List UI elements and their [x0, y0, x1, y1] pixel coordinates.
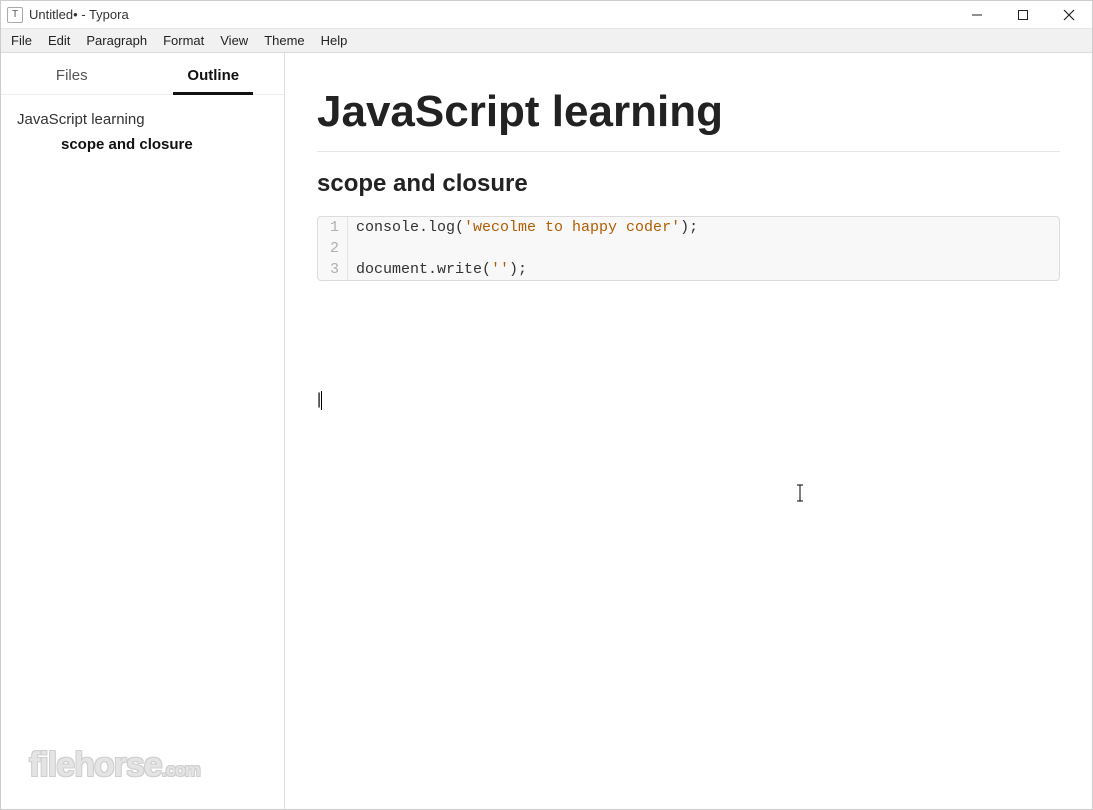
doc-h1[interactable]: JavaScript learning — [317, 73, 1060, 152]
tab-files-label: Files — [56, 67, 88, 84]
code-line-1[interactable]: 1 console.log('wecolme to happy coder'); — [318, 217, 1059, 238]
code-block[interactable]: 1 console.log('wecolme to happy coder');… — [317, 216, 1060, 281]
menu-file[interactable]: File — [3, 31, 40, 50]
watermark-tld: .com — [162, 760, 200, 780]
menubar: File Edit Paragraph Format View Theme He… — [1, 29, 1092, 53]
window-controls — [954, 1, 1092, 29]
code-content-3[interactable]: document.write(''); — [348, 259, 535, 280]
code-line-3[interactable]: 3 document.write(''); — [318, 259, 1059, 280]
tab-underline — [173, 92, 253, 95]
code-string: '' — [491, 261, 509, 278]
outline-item-h1[interactable]: JavaScript learning — [17, 107, 268, 132]
body-area: Files Outline JavaScript learning scope … — [1, 53, 1092, 809]
gutter-2: 2 — [318, 238, 348, 259]
editor[interactable]: JavaScript learning scope and closure 1 … — [285, 53, 1092, 809]
doc-h2[interactable]: scope and closure — [317, 170, 1060, 198]
code-seg: document.write( — [356, 261, 491, 278]
minimize-icon — [971, 9, 983, 21]
tab-outline-label: Outline — [187, 67, 239, 84]
code-seg: console.log( — [356, 219, 464, 236]
outline-tree: JavaScript learning scope and closure — [1, 95, 284, 165]
watermark: filehorse.com — [29, 746, 200, 785]
gutter-3: 3 — [318, 259, 348, 280]
menu-view[interactable]: View — [212, 31, 256, 50]
app-window: T Untitled• - Typora File Edit Paragraph… — [0, 0, 1093, 810]
sidebar: Files Outline JavaScript learning scope … — [1, 53, 285, 809]
watermark-main: filehorse — [29, 746, 162, 784]
menu-paragraph[interactable]: Paragraph — [78, 31, 155, 50]
menu-theme[interactable]: Theme — [256, 31, 312, 50]
caret-icon — [321, 391, 322, 410]
code-seg: ); — [509, 261, 527, 278]
code-content-1[interactable]: console.log('wecolme to happy coder'); — [348, 217, 706, 238]
window-title: Untitled• - Typora — [29, 7, 129, 22]
maximize-button[interactable] — [1000, 1, 1046, 29]
minimize-button[interactable] — [954, 1, 1000, 29]
close-icon — [1063, 9, 1075, 21]
tab-outline[interactable]: Outline — [143, 53, 285, 94]
text-cursor-icon — [795, 483, 805, 503]
tab-files[interactable]: Files — [1, 53, 143, 94]
menu-help[interactable]: Help — [313, 31, 356, 50]
code-line-2[interactable]: 2 — [318, 238, 1059, 259]
gutter-1: 1 — [318, 217, 348, 238]
caret-line[interactable]: | — [317, 391, 1060, 410]
close-button[interactable] — [1046, 1, 1092, 29]
code-string: 'wecolme to happy coder' — [464, 219, 680, 236]
titlebar[interactable]: T Untitled• - Typora — [1, 1, 1092, 29]
menu-format[interactable]: Format — [155, 31, 212, 50]
app-icon: T — [7, 7, 23, 23]
code-content-2[interactable] — [348, 238, 364, 242]
outline-item-h2[interactable]: scope and closure — [17, 132, 268, 153]
code-seg: ); — [680, 219, 698, 236]
maximize-icon — [1017, 9, 1029, 21]
sidebar-tabs: Files Outline — [1, 53, 284, 95]
menu-edit[interactable]: Edit — [40, 31, 78, 50]
